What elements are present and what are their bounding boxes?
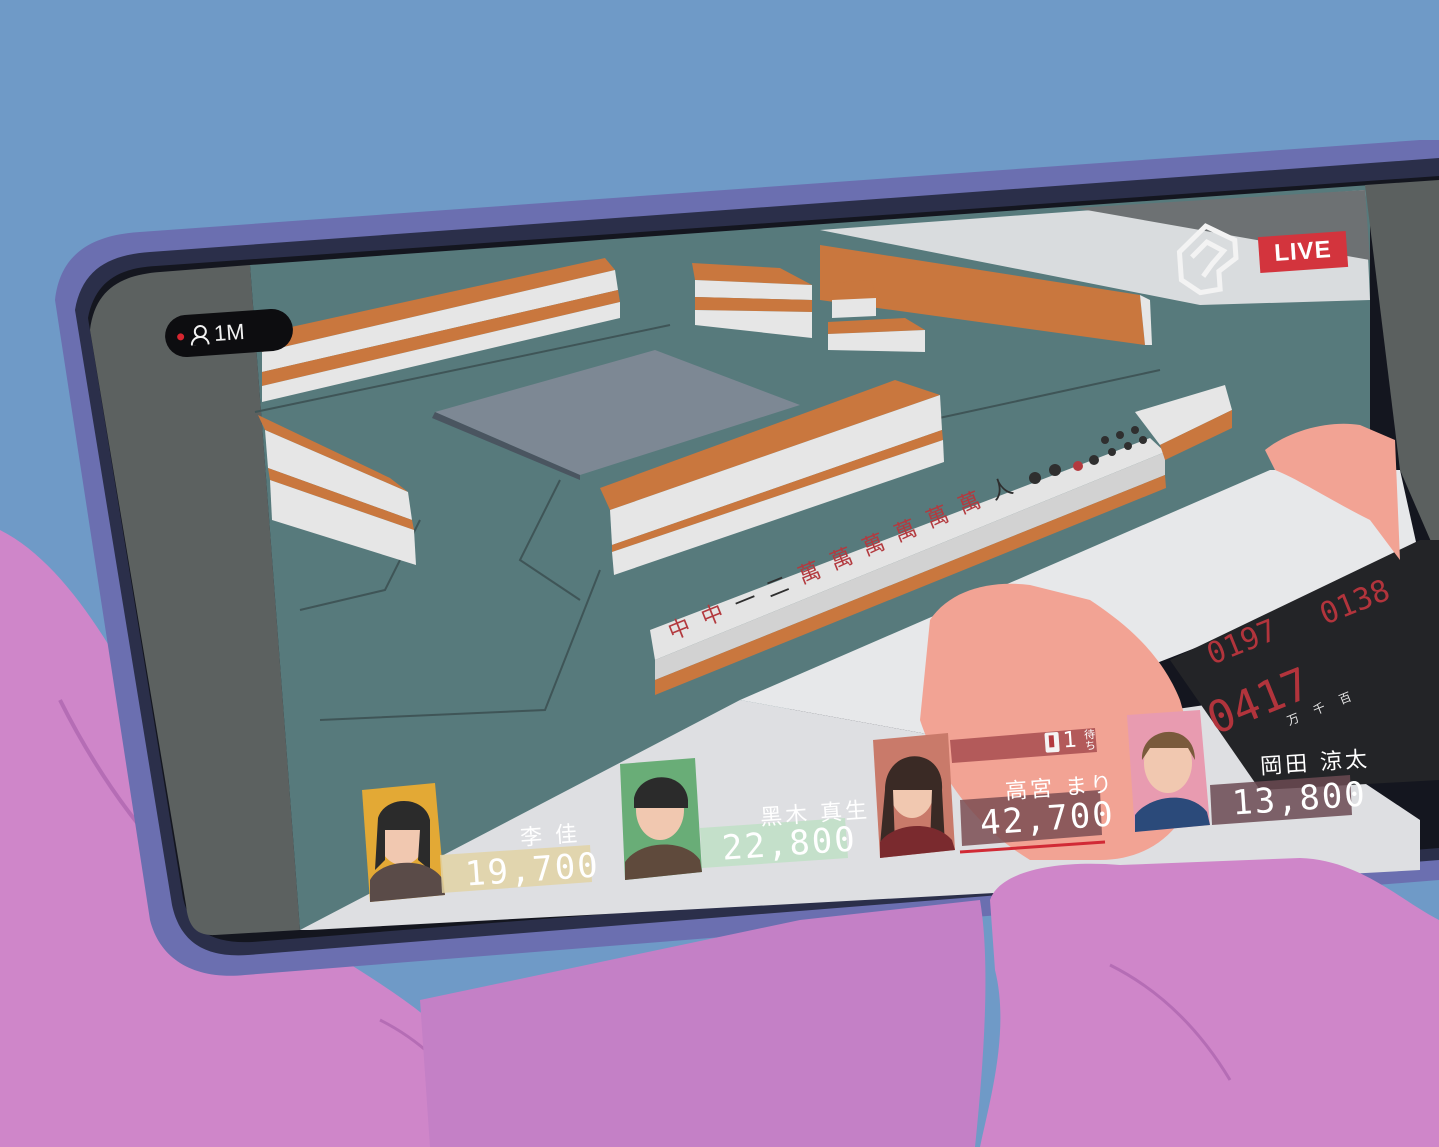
record-dot-icon xyxy=(176,332,185,341)
wait-tile-number: 1 xyxy=(1062,727,1078,754)
viewer-count-badge: 1M xyxy=(163,307,295,359)
viewer-count: 1M xyxy=(213,318,246,347)
portrait-okada xyxy=(1127,710,1210,832)
illustration-scene: 0197 0138 0417 中 中 一 二 萬 萬 萬 萬 萬 萬 人 xyxy=(0,0,1439,1147)
viewer-icon xyxy=(189,324,208,345)
portrait-kuroki xyxy=(620,758,702,880)
wait-tile-icon xyxy=(1044,731,1060,753)
portrait-li-jia xyxy=(362,783,445,902)
wait-label: 待ち xyxy=(1082,727,1097,751)
wait-indicator: 1 待ち xyxy=(1044,726,1098,755)
live-badge: LIVE xyxy=(1257,230,1349,274)
portrait-takamiya xyxy=(873,733,955,858)
channel-logo xyxy=(1176,223,1239,296)
